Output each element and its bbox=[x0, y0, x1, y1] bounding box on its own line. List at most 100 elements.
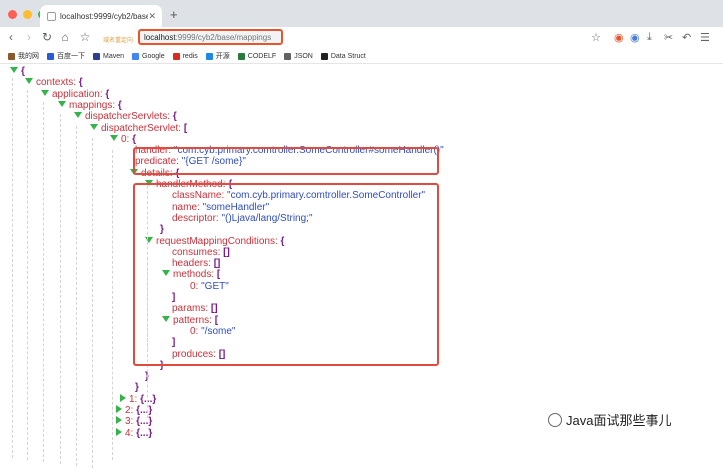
json-key: dispatcherServlets: bbox=[85, 111, 171, 123]
json-line[interactable]: 1: {...} bbox=[120, 393, 156, 406]
json-punctuation: {...} bbox=[133, 416, 153, 428]
indent-guide bbox=[43, 102, 44, 462]
bookmark-item[interactable]: JSON bbox=[284, 52, 313, 60]
json-key: mappings: bbox=[69, 99, 116, 111]
address-tag: 域名重定向 bbox=[103, 38, 134, 44]
indent-guide bbox=[76, 126, 77, 466]
cut-icon[interactable]: ✂ bbox=[664, 31, 673, 44]
bookmark-item[interactable]: 开源 bbox=[205, 51, 230, 61]
json-punctuation: { bbox=[102, 88, 110, 100]
json-line[interactable]: dispatcherServlet: [ bbox=[90, 123, 187, 135]
bookmark-label: redis bbox=[182, 52, 198, 60]
json-punctuation: { bbox=[21, 66, 25, 77]
json-key: contexts: bbox=[36, 77, 77, 89]
bookmark-item[interactable]: 我的网 bbox=[8, 51, 39, 61]
json-key: dispatcherServlet: bbox=[101, 122, 182, 134]
extension-icon[interactable]: ◉ bbox=[614, 31, 624, 44]
new-tab-button[interactable]: + bbox=[170, 7, 178, 22]
indent-guide bbox=[60, 114, 61, 464]
json-punctuation: {...} bbox=[133, 427, 153, 439]
json-line[interactable]: dispatcherServlets: { bbox=[74, 111, 177, 123]
json-viewer: {contexts: {application: {mappings: {dis… bbox=[0, 66, 723, 468]
json-punctuation: { bbox=[129, 133, 137, 145]
highlight-box bbox=[133, 147, 439, 175]
bookmark-icon bbox=[237, 52, 245, 60]
json-punctuation: } bbox=[135, 382, 139, 394]
tab-strip: localhost:9999/cyb2/base/map ✕ + bbox=[0, 0, 723, 27]
bookmark-icon bbox=[93, 52, 100, 60]
json-punctuation: {...} bbox=[133, 405, 153, 416]
highlight-box bbox=[133, 183, 439, 366]
bookmark-item[interactable]: Maven bbox=[93, 52, 125, 60]
bookmark-label: 开源 bbox=[215, 53, 230, 60]
bookmark-item[interactable]: Data Struct bbox=[320, 52, 366, 60]
json-line[interactable]: 3: {...} bbox=[116, 416, 152, 428]
collapse-toggle-icon[interactable] bbox=[58, 100, 66, 107]
json-line[interactable]: mappings: { bbox=[58, 100, 122, 112]
bookmark-label: CODELF bbox=[247, 52, 277, 60]
extension-icon-2[interactable]: ◉ bbox=[630, 31, 640, 44]
expand-toggle-icon[interactable] bbox=[116, 427, 122, 436]
json-line[interactable]: { bbox=[10, 66, 25, 78]
undo-icon[interactable]: ↶ bbox=[682, 31, 691, 44]
bookmark-label: JSON bbox=[294, 52, 313, 60]
star-icon[interactable]: ☆ bbox=[78, 30, 92, 44]
collapse-toggle-icon[interactable] bbox=[90, 123, 98, 130]
expand-toggle-icon[interactable] bbox=[116, 416, 122, 425]
expand-toggle-icon[interactable] bbox=[116, 405, 122, 413]
close-window-button[interactable] bbox=[8, 10, 17, 19]
download-icon[interactable]: ⤓ bbox=[647, 31, 652, 44]
bookmark-star-icon[interactable]: ☆ bbox=[591, 31, 601, 44]
toolbar: ‹ › ↻ ⌂ ☆ 域名重定向 localhost:9999/cyb2/base… bbox=[0, 27, 723, 49]
json-line[interactable]: contexts: { bbox=[25, 77, 83, 89]
bookmark-icon bbox=[172, 52, 180, 60]
wechat-icon bbox=[548, 412, 562, 427]
reload-icon[interactable]: ↻ bbox=[40, 30, 54, 44]
watermark-text: Java面试那些事儿 bbox=[566, 413, 672, 428]
bookmark-item[interactable]: Google bbox=[132, 52, 165, 60]
json-punctuation: { bbox=[76, 77, 83, 89]
tab-title: localhost:9999/cyb2/base/map bbox=[60, 11, 149, 21]
bookmark-item[interactable]: CODELF bbox=[237, 52, 277, 60]
address-host: localhost bbox=[144, 33, 176, 42]
json-line[interactable]: 0: { bbox=[110, 134, 136, 146]
address-text[interactable]: localhost:9999/cyb2/base/mappings bbox=[144, 33, 271, 42]
bookmarks-bar: 我的网 百度一下 Maven Google redis 开源 CODELF JS… bbox=[0, 49, 723, 64]
collapse-toggle-icon[interactable] bbox=[110, 134, 118, 141]
back-icon[interactable]: ‹ bbox=[4, 30, 18, 44]
bookmark-label: Maven bbox=[103, 52, 125, 60]
forward-icon[interactable]: › bbox=[22, 30, 36, 44]
bookmark-icon bbox=[284, 52, 292, 60]
bookmark-label: Data Struct bbox=[330, 52, 366, 60]
bookmark-label: Google bbox=[142, 52, 165, 60]
indent-guide bbox=[112, 150, 113, 460]
json-key: application: bbox=[52, 88, 103, 100]
bookmark-icon bbox=[47, 52, 54, 60]
json-line[interactable]: 4: {...} bbox=[116, 427, 153, 440]
json-punctuation: [ bbox=[181, 122, 188, 134]
indent-guide bbox=[27, 90, 28, 460]
json-line[interactable]: application: { bbox=[41, 89, 109, 101]
bookmark-label: 我的网 bbox=[18, 53, 39, 60]
indent-guide bbox=[92, 138, 93, 468]
browser-tab[interactable]: localhost:9999/cyb2/base/map ✕ bbox=[40, 5, 162, 27]
bookmark-label: 百度一下 bbox=[57, 53, 85, 60]
bookmark-icon bbox=[320, 52, 328, 60]
bookmark-item[interactable]: 百度一下 bbox=[47, 51, 85, 61]
page-icon bbox=[47, 11, 56, 21]
collapse-toggle-icon[interactable] bbox=[74, 112, 82, 119]
close-tab-icon[interactable]: ✕ bbox=[148, 11, 156, 22]
json-punctuation: { bbox=[170, 111, 177, 123]
bookmark-icon bbox=[132, 52, 140, 60]
minimize-window-button[interactable] bbox=[23, 10, 32, 19]
menu-icon[interactable]: ☰ bbox=[700, 31, 710, 44]
bookmark-item[interactable]: redis bbox=[172, 52, 198, 60]
collapse-toggle-icon[interactable] bbox=[41, 89, 49, 96]
expand-toggle-icon[interactable] bbox=[120, 393, 126, 402]
bookmark-icon bbox=[205, 52, 213, 60]
home-icon[interactable]: ⌂ bbox=[58, 30, 72, 44]
collapse-toggle-icon[interactable] bbox=[25, 78, 33, 85]
collapse-toggle-icon[interactable] bbox=[10, 67, 18, 73]
json-line: } bbox=[135, 382, 139, 394]
indent-guide bbox=[12, 78, 13, 458]
